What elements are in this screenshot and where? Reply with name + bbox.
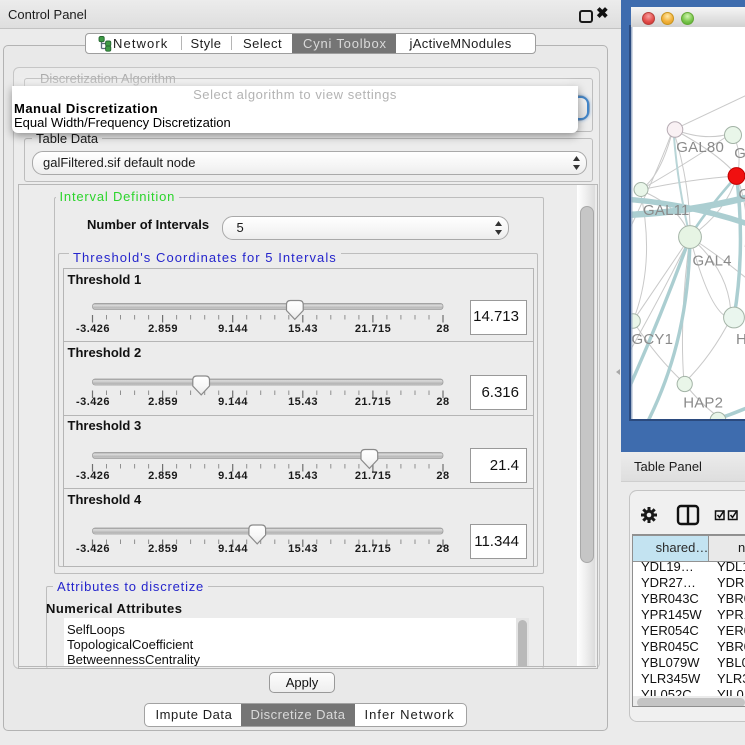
svg-text:GAL80: GAL80 bbox=[676, 139, 724, 156]
svg-text:HA: HA bbox=[736, 331, 745, 348]
svg-text:C: C bbox=[739, 186, 745, 203]
svg-text:GCY1: GCY1 bbox=[632, 331, 674, 348]
svg-text:GA: GA bbox=[734, 145, 745, 162]
svg-text:GAL11: GAL11 bbox=[643, 202, 690, 219]
svg-text:HAP2: HAP2 bbox=[683, 395, 723, 412]
svg-text:GAL4: GAL4 bbox=[693, 253, 732, 270]
